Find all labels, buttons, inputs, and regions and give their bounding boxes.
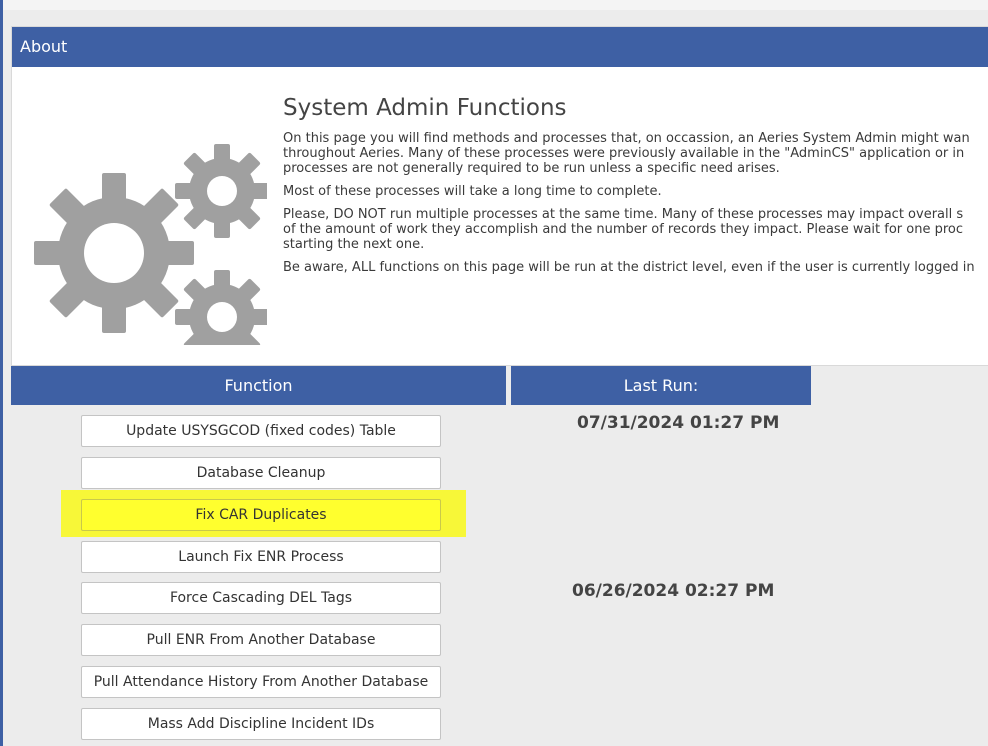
about-line: throughout Aeries. Many of these process… bbox=[283, 146, 965, 161]
function-column-header: Function bbox=[11, 366, 506, 405]
update-usysgcod-button[interactable]: Update USYSGCOD (fixed codes) Table bbox=[81, 415, 441, 447]
fix-car-duplicates-button[interactable]: Fix CAR Duplicates bbox=[81, 499, 441, 531]
about-line: Please, DO NOT run multiple processes at… bbox=[283, 207, 964, 222]
last-run-value: 07/31/2024 01:27 PM bbox=[577, 413, 780, 433]
about-text: System Admin Functions On this page you … bbox=[283, 95, 988, 283]
database-cleanup-button[interactable]: Database Cleanup bbox=[81, 457, 441, 489]
about-line: On this page you will find methods and p… bbox=[283, 131, 970, 146]
mass-add-discipline-ids-button[interactable]: Mass Add Discipline Incident IDs bbox=[81, 708, 441, 740]
launch-fix-enr-button[interactable]: Launch Fix ENR Process bbox=[81, 541, 441, 573]
about-line: of the amount of work they accomplish an… bbox=[283, 222, 964, 237]
pull-enr-button[interactable]: Pull ENR From Another Database bbox=[81, 624, 441, 656]
last-run-column-header: Last Run: bbox=[511, 366, 811, 405]
about-paragraph: On this page you will find methods and p… bbox=[283, 131, 988, 176]
about-header: About bbox=[12, 27, 988, 67]
about-paragraph: Be aware, ALL functions on this page wil… bbox=[283, 260, 988, 275]
gears-icon bbox=[34, 144, 267, 345]
last-run-value: 06/26/2024 02:27 PM bbox=[572, 581, 775, 601]
about-paragraph: Please, DO NOT run multiple processes at… bbox=[283, 207, 988, 252]
about-line: processes are not generally required to … bbox=[283, 161, 780, 176]
about-title: System Admin Functions bbox=[283, 95, 567, 121]
pull-attendance-history-button[interactable]: Pull Attendance History From Another Dat… bbox=[81, 666, 441, 698]
force-cascading-del-tags-button[interactable]: Force Cascading DEL Tags bbox=[81, 582, 441, 614]
left-accent-bar bbox=[0, 0, 3, 746]
top-strip bbox=[3, 0, 988, 10]
about-paragraph: Most of these processes will take a long… bbox=[283, 184, 988, 199]
about-line: Most of these processes will take a long… bbox=[283, 184, 662, 199]
about-panel: About System Admin Functions On this pag… bbox=[11, 26, 988, 366]
about-line: starting the next one. bbox=[283, 237, 425, 252]
about-line: Be aware, ALL functions on this page wil… bbox=[283, 260, 975, 275]
